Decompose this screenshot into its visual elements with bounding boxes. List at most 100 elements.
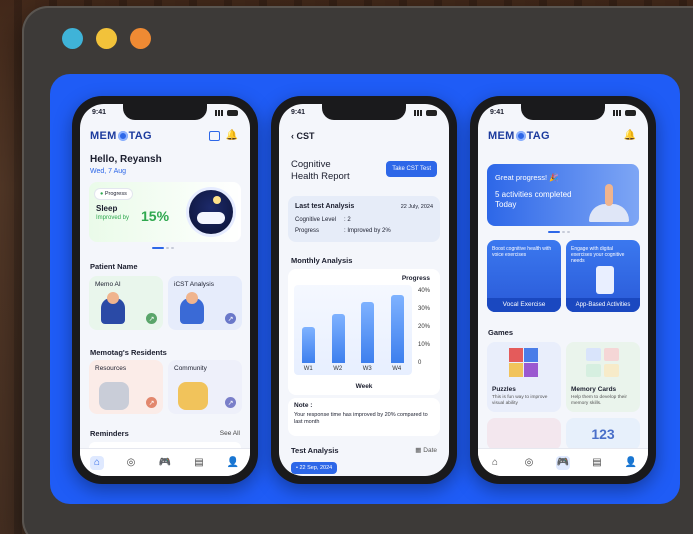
puzzle-icon bbox=[509, 348, 539, 378]
gamepad-icon[interactable]: 🎮 bbox=[158, 456, 172, 470]
see-all-link[interactable]: See All bbox=[220, 430, 240, 437]
vocal-exercise-description: Boost cognitive health with voice exerci… bbox=[492, 246, 552, 258]
phone-home: 9:41 MEM TAG 🔔 Hello, Reyansh Wed, 7 Aug … bbox=[72, 96, 258, 484]
sleep-title: Sleep bbox=[96, 204, 118, 213]
cst-title: CST bbox=[296, 131, 315, 141]
puzzles-title: Puzzles bbox=[492, 386, 516, 393]
maximize-dot[interactable] bbox=[130, 28, 151, 49]
chart-plot-area: W1 W2 W3 W4 bbox=[294, 285, 412, 375]
community-card[interactable]: Community ↗ bbox=[168, 360, 242, 414]
chevron-left-icon: ‹ bbox=[291, 131, 294, 141]
chart-y-tick-label: 10% bbox=[418, 342, 431, 348]
last-test-date: 22 July, 2024 bbox=[400, 204, 433, 210]
status-time: 9:41 bbox=[291, 109, 306, 116]
signal-icon bbox=[414, 109, 424, 116]
game-card-partial[interactable] bbox=[487, 418, 561, 450]
arrow-icon[interactable]: ↗ bbox=[225, 397, 236, 408]
profile-icon[interactable]: 👤 bbox=[624, 456, 638, 470]
cognitive-level-value: : 2 bbox=[344, 217, 351, 223]
phone-notch bbox=[322, 104, 406, 120]
tablet-illustration-icon bbox=[596, 266, 614, 294]
memory-cards-icon bbox=[586, 348, 620, 378]
back-button[interactable]: ‹ CST bbox=[291, 131, 315, 141]
battery-icon bbox=[227, 109, 238, 116]
icst-card[interactable]: iCST Analysis ↗ bbox=[168, 276, 242, 330]
patient-section-title: Patient Name bbox=[90, 262, 138, 271]
person-illustration-icon bbox=[101, 292, 125, 324]
app-activities-card[interactable]: Engage with digital exercises your cogni… bbox=[566, 240, 640, 312]
sleep-illustration bbox=[189, 190, 233, 234]
location-icon[interactable]: ◎ bbox=[124, 456, 138, 470]
take-cst-test-button[interactable]: Take CST Test bbox=[386, 161, 437, 177]
clipboard-icon[interactable]: ▤ bbox=[590, 456, 604, 470]
phone-activities: 9:41 MEM TAG 🔔 Great progress! 🎉 5 activi… bbox=[470, 96, 656, 484]
battery-icon bbox=[625, 109, 636, 116]
home-icon[interactable]: ⌂ bbox=[90, 455, 104, 470]
profile-icon[interactable]: 👤 bbox=[226, 456, 240, 470]
phone-notch bbox=[521, 104, 605, 120]
progress-banner: Great progress! 🎉 5 activities completed… bbox=[487, 164, 639, 226]
group-illustration-icon bbox=[178, 382, 208, 410]
date-filter[interactable]: ▦ Date bbox=[415, 446, 437, 454]
chart-x-tick-label: W4 bbox=[392, 366, 402, 372]
note-text: Your response time has improved by 20% c… bbox=[294, 412, 428, 425]
calendar-icon[interactable] bbox=[209, 131, 220, 141]
chart-bar bbox=[302, 327, 316, 363]
carousel-indicator bbox=[548, 231, 570, 233]
bottom-tab-bar: ⌂ ◎ 🎮 ▤ 👤 bbox=[478, 448, 648, 476]
current-date: Wed, 7 Aug bbox=[90, 168, 127, 175]
location-icon[interactable]: ◎ bbox=[522, 456, 536, 470]
greeting: Hello, Reyansh bbox=[90, 154, 162, 165]
activities-screen: 9:41 MEM TAG 🔔 Great progress! 🎉 5 activi… bbox=[478, 104, 648, 476]
chart-x-axis-label: Week bbox=[355, 383, 373, 390]
chart-x-tick-label: W2 bbox=[333, 366, 343, 372]
games-section-title: Games bbox=[488, 328, 514, 337]
puzzles-description: This is fun way to improve visual abilit… bbox=[492, 395, 548, 406]
battery-icon bbox=[426, 109, 437, 116]
vocal-exercise-card[interactable]: Boost cognitive health with voice exerci… bbox=[487, 240, 561, 312]
memo-ai-card[interactable]: Memo AI ↗ bbox=[89, 276, 163, 330]
progress-value: : Improved by 2% bbox=[344, 228, 391, 234]
signal-icon bbox=[613, 109, 623, 116]
last-test-title: Last test Analysis bbox=[295, 203, 355, 210]
signal-icon bbox=[215, 109, 225, 116]
report-title: Cognitive Health Report bbox=[291, 159, 350, 182]
gamepad-icon[interactable]: 🎮 bbox=[556, 455, 570, 470]
bell-icon[interactable]: 🔔 bbox=[624, 130, 636, 141]
puzzles-card[interactable]: Puzzles This is fun way to improve visua… bbox=[487, 342, 561, 412]
numbers-game-card[interactable]: 123 bbox=[566, 418, 640, 450]
monthly-analysis-title: Monthly Analysis bbox=[291, 256, 353, 265]
arrow-icon[interactable]: ↗ bbox=[146, 313, 157, 324]
bottom-tab-bar: ⌂ ◎ 🎮 ▤ 👤 bbox=[80, 448, 250, 476]
arrow-icon[interactable]: ↗ bbox=[146, 397, 157, 408]
sleep-progress-card[interactable]: ● Progress Sleep Improved by 15% bbox=[89, 182, 241, 242]
calendar-icon: ▦ bbox=[415, 447, 422, 454]
home-icon[interactable]: ⌂ bbox=[488, 456, 502, 470]
memo-ai-label: Memo AI bbox=[95, 281, 121, 288]
summit-illustration bbox=[589, 172, 629, 222]
chart-bar bbox=[361, 301, 375, 363]
chart-x-tick-label: W1 bbox=[303, 366, 313, 372]
memotag-logo: MEM TAG bbox=[90, 130, 152, 142]
chart-y-tick-label: 30% bbox=[418, 306, 431, 312]
memory-cards-description: Help them to develop their memory skills… bbox=[571, 395, 627, 406]
date-chip[interactable]: • 22 Sep, 2024 bbox=[291, 462, 338, 474]
minimize-dot[interactable] bbox=[96, 28, 117, 49]
progress-tag: ● Progress bbox=[95, 189, 132, 199]
close-dot[interactable] bbox=[62, 28, 83, 49]
home-screen: 9:41 MEM TAG 🔔 Hello, Reyansh Wed, 7 Aug … bbox=[80, 104, 250, 476]
status-time: 9:41 bbox=[92, 109, 107, 116]
phone-cst-report: 9:41 ‹ CST Cognitive Health Report Take … bbox=[271, 96, 457, 484]
community-label: Community bbox=[174, 365, 207, 372]
arrow-icon[interactable]: ↗ bbox=[225, 313, 236, 324]
party-icon: 🎉 bbox=[549, 173, 559, 182]
note-title: Note : bbox=[294, 402, 313, 409]
cst-screen: 9:41 ‹ CST Cognitive Health Report Take … bbox=[279, 104, 449, 476]
resources-card[interactable]: Resources ↗ bbox=[89, 360, 163, 414]
clipboard-icon[interactable]: ▤ bbox=[192, 456, 206, 470]
chart-y-axis-label: Progress bbox=[401, 275, 430, 282]
app-activities-description: Engage with digital exercises your cogni… bbox=[571, 246, 625, 264]
bell-icon[interactable]: 🔔 bbox=[226, 130, 238, 141]
note-card: Note : Your response time has improved b… bbox=[288, 398, 440, 436]
memory-cards-card[interactable]: Memory Cards Help them to develop their … bbox=[566, 342, 640, 412]
